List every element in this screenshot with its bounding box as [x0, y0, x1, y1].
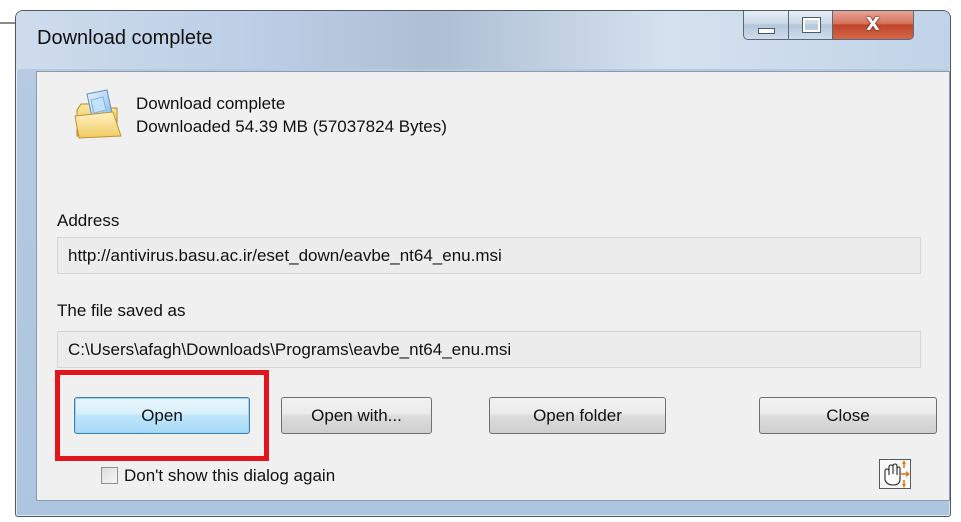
saved-path-field[interactable]: C:\Users\afagh\Downloads\Programs\eavbe_… [57, 331, 921, 368]
folder-icon [74, 89, 122, 139]
window-title: Download complete [37, 27, 213, 49]
close-icon: X [866, 14, 880, 35]
title-bar[interactable]: Download complete X [16, 11, 950, 69]
close-button[interactable]: Close [759, 397, 937, 434]
dont-show-checkbox[interactable] [101, 467, 118, 484]
minimize-icon [758, 28, 775, 34]
open-folder-button[interactable]: Open folder [489, 397, 666, 434]
dont-show-label[interactable]: Don't show this dialog again [124, 466, 335, 486]
maximize-button[interactable] [788, 11, 833, 40]
hand-move-button[interactable] [879, 459, 911, 489]
saved-as-label: The file saved as [57, 301, 186, 320]
download-size: Downloaded 54.39 MB (57037824 Bytes) [136, 117, 447, 136]
open-with-button[interactable]: Open with... [281, 397, 432, 434]
background-line [0, 22, 16, 24]
close-window-button[interactable]: X [832, 11, 914, 40]
hand-arrows-icon [884, 460, 910, 488]
dialog-body: Download complete Downloaded 54.39 MB (5… [36, 71, 950, 501]
download-complete-dialog: Download complete X Download complete Do… [15, 10, 951, 517]
maximize-icon [802, 17, 821, 33]
minimize-button[interactable] [743, 11, 789, 40]
open-button-highlight [55, 370, 269, 461]
address-label: Address [57, 211, 120, 230]
status-title: Download complete [136, 94, 286, 113]
address-field[interactable]: http://antivirus.basu.ac.ir/eset_down/ea… [57, 237, 921, 274]
